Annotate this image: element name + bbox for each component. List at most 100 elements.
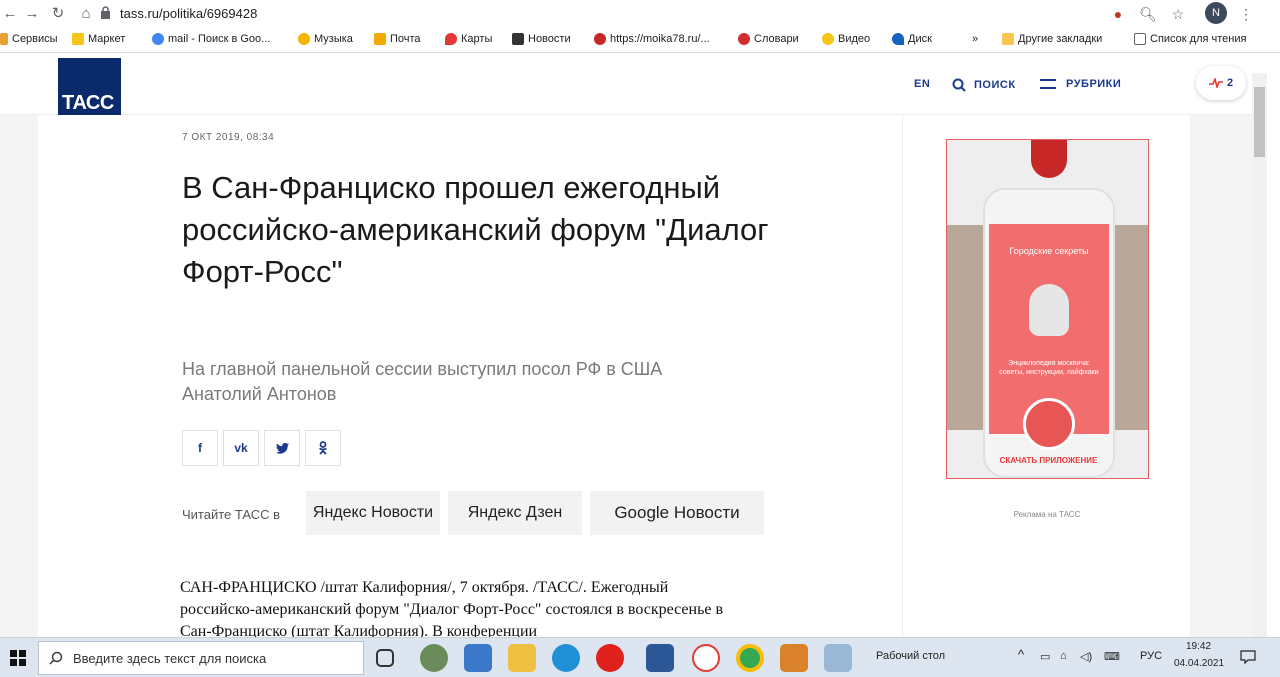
ad-banner[interactable]: Городские секреты Энциклопедия москвича:… [946,139,1149,479]
trending-button[interactable]: 2 [1196,66,1246,100]
clock-date[interactable]: 04.04.2021 [1174,658,1224,669]
yandex-browser-icon[interactable] [692,644,720,672]
twitter-icon [275,442,289,454]
star-icon[interactable]: ☆ [1168,4,1188,24]
vk-icon: vk [234,441,248,455]
profile-avatar[interactable]: N [1205,2,1227,24]
web-page: ТАСС EN ПОИСК РУБРИКИ 2 7 ОКТ 2019, 08:3… [0,53,1252,637]
lightbulb-icon [1029,284,1069,336]
share-twitter-button[interactable] [264,430,300,466]
zoom-icon[interactable]: 🔍︎ [1138,4,1158,24]
folder-icon [1002,33,1014,45]
chrome-icon[interactable] [736,644,764,672]
bookmark-news[interactable]: Новости [512,33,571,45]
tray-expand-icon[interactable]: ^ [1018,647,1024,662]
back-icon[interactable]: ← [0,4,20,24]
article-date: 7 ОКТ 2019, 08:34 [182,132,275,143]
article-lead: На главной панельной сессии выступил пос… [182,359,663,404]
lock-icon [101,6,110,19]
play-icon [822,33,834,45]
opera-icon[interactable] [596,644,624,672]
moscow-emblem [1031,140,1067,178]
yandex-zen-button[interactable]: Яндекс Дзен [448,491,582,535]
notifications-icon[interactable] [1240,649,1256,665]
article-body: САН-ФРАНЦИСКО /штат Калифорния/, 7 октяб… [180,579,724,637]
paint-icon[interactable] [824,644,852,672]
ad-download-button[interactable]: СКАЧАТЬ ПРИЛОЖЕНИЕ [947,456,1148,465]
word-icon[interactable] [646,644,674,672]
hamburger-icon [1040,79,1056,89]
apps-icon [0,33,8,45]
url-field[interactable]: tass.ru/politika/6969428 [120,6,257,21]
scrollbar-thumb[interactable] [1254,87,1265,157]
article-title: В Сан-Франциско прошел ежегодный российс… [182,170,769,289]
page-scrollbar[interactable] [1252,73,1267,637]
bookmark-dictionaries[interactable]: Словари [738,33,799,45]
forward-icon[interactable]: → [22,4,42,24]
odnoklassniki-icon [319,441,327,455]
taskbar-search-input[interactable]: Введите здесь текст для поиска [38,641,364,675]
bookmark-moika[interactable]: https://moika78.ru/... [594,33,710,45]
bookmarks-overflow[interactable]: » [972,33,978,45]
google-news-button[interactable]: Google Новости [590,491,764,535]
search-icon [952,78,966,92]
desktop-toolbar[interactable]: Рабочий стол [876,650,945,662]
search-icon [49,651,63,665]
reading-list-icon [1134,33,1146,45]
browser-toolbar: ← → ↻ ⌂ tass.ru/politika/6969428 ● 🔍︎ ☆ … [0,0,1280,28]
mail-app-icon[interactable] [464,644,492,672]
facebook-icon: f [198,441,202,455]
bookmark-mail[interactable]: Почта [374,33,421,45]
windows-taskbar: Введите здесь текст для поиска Рабочий с… [0,637,1280,677]
article: 7 ОКТ 2019, 08:34 В Сан-Франциско прошел… [38,115,902,637]
ad-title: Городские секреты [1009,246,1089,256]
keyboard-icon[interactable]: ⌨ [1104,650,1120,663]
moika-icon [594,33,606,45]
clock-time[interactable]: 19:42 [1186,641,1211,652]
market-icon [72,33,84,45]
share-facebook-button[interactable]: f [182,430,218,466]
tap-icon [1023,398,1075,450]
file-explorer-icon[interactable] [508,644,536,672]
share-ok-button[interactable] [305,430,341,466]
home-icon[interactable]: ⌂ [76,4,96,24]
bookmark-disk[interactable]: Диск [892,33,932,45]
disk-icon [892,33,904,45]
bookmark-music[interactable]: Музыка [298,33,353,45]
bookmark-google[interactable]: mail - Поиск в Goo... [152,33,270,45]
music-icon [298,33,310,45]
extension-icon[interactable]: ● [1108,4,1128,24]
pulse-icon [1208,78,1223,88]
lang-switch[interactable]: EN [914,78,930,90]
app-icon-1[interactable] [420,644,448,672]
rubrics-link[interactable]: РУБРИКИ [1040,78,1121,90]
reading-list[interactable]: Список для чтения [1134,33,1246,45]
volume-icon[interactable]: ◁) [1080,650,1092,663]
menu-icon[interactable]: ⋮ [1236,4,1256,24]
bookmark-maps[interactable]: Карты [445,33,492,45]
share-vk-button[interactable]: vk [223,430,259,466]
reload-icon[interactable]: ↻ [48,4,68,24]
ad-subtitle: Энциклопедия москвича: советы, инструкци… [999,360,1099,376]
windows-start-icon[interactable] [10,650,26,666]
tass-logo[interactable]: ТАСС [58,58,121,119]
mail-icon [374,33,386,45]
bookmarks-bar: Сервисы Маркет mail - Поиск в Goo... Муз… [0,28,1280,53]
edge-icon[interactable] [552,644,580,672]
bookmark-services[interactable]: Сервисы [0,33,58,45]
bookmark-video[interactable]: Видео [822,33,870,45]
site-header: ТАСС EN ПОИСК РУБРИКИ 2 [0,53,1252,119]
sidebar: Городские секреты Энциклопедия москвича:… [902,115,1190,637]
app-icon-2[interactable] [780,644,808,672]
language-indicator[interactable]: РУС [1140,650,1162,662]
bookmark-other[interactable]: Другие закладки [1002,33,1102,45]
search-link[interactable]: ПОИСК [952,78,1016,92]
battery-icon[interactable]: ▭ [1040,650,1050,663]
bookmark-market[interactable]: Маркет [72,33,125,45]
ad-caption: Реклама на ТАСС [1013,510,1081,519]
google-icon [152,33,164,45]
map-pin-icon [445,33,457,45]
network-icon[interactable]: ⌂ [1060,650,1067,662]
task-view-icon[interactable] [376,649,394,667]
yandex-news-button[interactable]: Яндекс Новости [306,491,440,535]
